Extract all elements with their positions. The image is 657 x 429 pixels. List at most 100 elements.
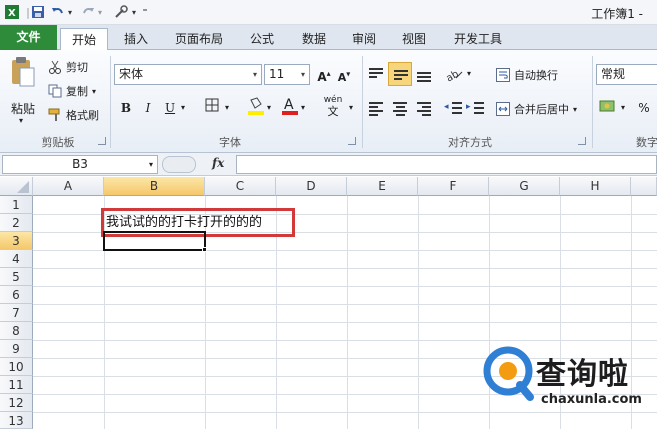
fill-color-dropdown-icon[interactable]: ▾	[264, 98, 274, 118]
underline-dropdown-icon[interactable]: ▾	[178, 98, 188, 118]
phonetic-dropdown-icon[interactable]: ▾	[346, 98, 356, 118]
undo-dropdown-icon[interactable]: ▾	[66, 3, 74, 21]
column-header-c[interactable]: C	[205, 177, 276, 196]
column-header-b[interactable]: B	[104, 177, 205, 196]
row-header-3[interactable]: 3	[0, 232, 33, 250]
italic-button[interactable]: I	[138, 98, 158, 118]
tab-formulas[interactable]: 公式	[244, 28, 280, 50]
gridline	[347, 196, 348, 429]
grow-font-button[interactable]: A▴	[314, 64, 334, 84]
ribbon: 粘贴 ▾ 剪切 复制 ▾ 格式刷 剪贴板 宋体 ▾ 11 ▾ A▴ A▾ B I…	[0, 50, 657, 153]
font-name-value: 宋体	[119, 67, 144, 81]
column-header-f[interactable]: F	[418, 177, 489, 196]
merge-center-button[interactable]: 合并后居中 ▾	[496, 100, 577, 118]
column-header-d[interactable]: D	[276, 177, 347, 196]
row-header-10[interactable]: 10	[0, 358, 33, 376]
column-header-h[interactable]: H	[560, 177, 631, 196]
select-all-icon	[17, 181, 29, 193]
row-header-2[interactable]: 2	[0, 214, 33, 232]
tab-home[interactable]: 开始	[60, 28, 108, 51]
orientation-button[interactable]: ab	[444, 64, 464, 84]
row-header-9[interactable]: 9	[0, 340, 33, 358]
svg-text:A: A	[284, 97, 294, 113]
row-header-5[interactable]: 5	[0, 268, 33, 286]
align-bottom-button[interactable]	[414, 64, 434, 84]
name-box[interactable]: B3 ▾	[2, 155, 158, 174]
wrap-text-button[interactable]: 自动换行	[496, 66, 558, 84]
redo-dropdown-icon[interactable]: ▾	[96, 3, 104, 21]
row-header-12[interactable]: 12	[0, 394, 33, 412]
tab-review[interactable]: 审阅	[346, 28, 382, 50]
align-top-button[interactable]	[366, 64, 386, 84]
tab-file[interactable]: 文件	[0, 25, 57, 50]
align-left-button[interactable]	[366, 98, 386, 118]
font-color-button[interactable]: A	[280, 96, 300, 116]
increase-indent-button[interactable]: ▸	[466, 98, 486, 118]
row-header-11[interactable]: 11	[0, 376, 33, 394]
font-size-dropdown-icon: ▾	[300, 70, 305, 79]
tool-dropdown-icon[interactable]: ▾	[130, 3, 138, 21]
column-header-i[interactable]	[631, 177, 657, 196]
selected-cell-b3[interactable]	[103, 231, 206, 251]
phonetic-button[interactable]: wén 文	[318, 94, 348, 118]
font-name-combo[interactable]: 宋体 ▾	[114, 64, 262, 85]
row-header-6[interactable]: 6	[0, 286, 33, 304]
font-size-combo[interactable]: 11 ▾	[264, 64, 310, 85]
currency-dropdown-icon[interactable]: ▾	[618, 98, 628, 118]
borders-dropdown-icon[interactable]: ▾	[222, 98, 232, 118]
formula-input[interactable]	[236, 155, 657, 174]
fill-color-button[interactable]	[246, 96, 266, 116]
cut-button[interactable]: 剪切	[48, 58, 88, 76]
copy-button[interactable]: 复制 ▾	[48, 82, 96, 100]
currency-button[interactable]	[598, 98, 618, 118]
row-header-8[interactable]: 8	[0, 322, 33, 340]
clipboard-launcher-icon[interactable]	[98, 137, 106, 145]
decrease-indent-button[interactable]: ◂	[444, 98, 464, 118]
alignment-launcher-icon[interactable]	[578, 137, 586, 145]
number-format-combo[interactable]: 常规	[596, 64, 657, 85]
tab-insert[interactable]: 插入	[118, 28, 154, 50]
grow-font-icon: A▴	[317, 69, 331, 84]
paste-button[interactable]: 粘贴 ▾	[6, 56, 40, 125]
column-header-a[interactable]: A	[33, 177, 104, 196]
row-header-1[interactable]: 1	[0, 196, 33, 214]
watermark-logo-icon	[482, 345, 534, 404]
underline-button[interactable]: U	[160, 98, 180, 118]
tab-view[interactable]: 视图	[396, 28, 432, 50]
align-right-button[interactable]	[414, 98, 434, 118]
shrink-font-button[interactable]: A▾	[334, 64, 354, 84]
font-launcher-icon[interactable]	[348, 137, 356, 145]
save-icon[interactable]	[30, 3, 46, 21]
watermark-url: chaxunla.com	[541, 392, 642, 407]
row-header-4[interactable]: 4	[0, 250, 33, 268]
align-center-button[interactable]	[390, 98, 410, 118]
excel-app-icon[interactable]: X	[4, 3, 20, 21]
cut-label: 剪切	[66, 61, 88, 74]
column-header-e[interactable]: E	[347, 177, 418, 196]
row-header-7[interactable]: 7	[0, 304, 33, 322]
format-painter-button[interactable]: 格式刷	[48, 106, 99, 124]
percent-button[interactable]: %	[634, 98, 654, 118]
column-header-g[interactable]: G	[489, 177, 560, 196]
gridline	[33, 340, 657, 341]
indent-arrow-icon: ◂	[444, 102, 449, 112]
group-separator	[110, 56, 111, 148]
select-all-corner[interactable]	[0, 177, 33, 196]
undo-icon[interactable]	[50, 3, 66, 21]
customize-qa-icon[interactable]: ⁼	[140, 3, 150, 21]
fill-handle[interactable]	[202, 247, 207, 252]
formula-bar-grip[interactable]	[162, 156, 196, 173]
row-header-13[interactable]: 13	[0, 412, 33, 429]
tab-page-layout[interactable]: 页面布局	[170, 28, 228, 50]
insert-function-button[interactable]: fx	[212, 156, 224, 170]
align-middle-button[interactable]	[388, 62, 412, 86]
borders-button[interactable]	[202, 98, 222, 118]
font-color-dropdown-icon[interactable]: ▾	[298, 98, 308, 118]
tab-developer[interactable]: 开发工具	[448, 28, 508, 50]
tab-data[interactable]: 数据	[296, 28, 332, 50]
orientation-dropdown-icon[interactable]: ▾	[464, 64, 474, 84]
bold-button[interactable]: B	[116, 98, 136, 118]
redo-icon[interactable]	[80, 3, 96, 21]
tool-icon[interactable]	[112, 3, 130, 21]
phonetic-icon: 文	[327, 105, 339, 118]
